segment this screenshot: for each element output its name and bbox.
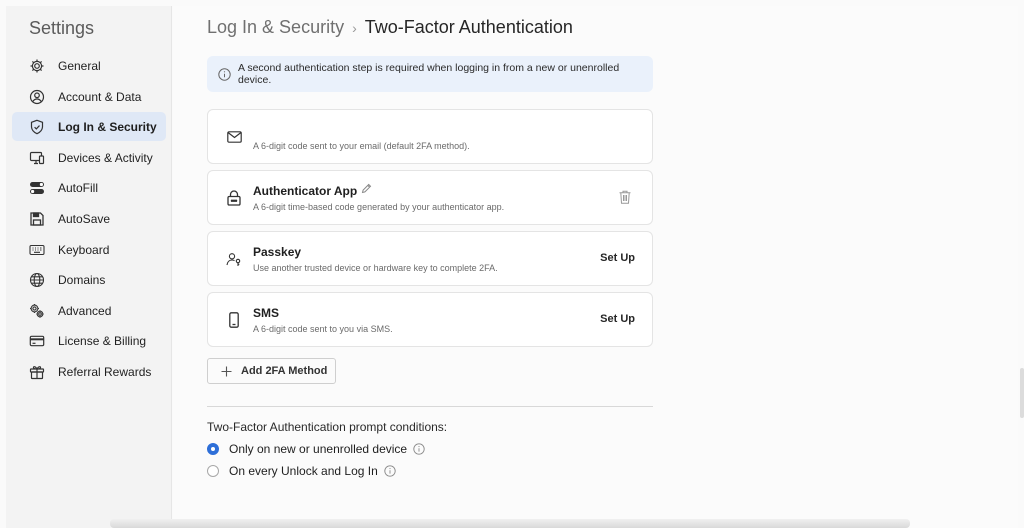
sidebar-item-label: General (58, 58, 101, 73)
radio-button-selected[interactable] (207, 443, 219, 455)
sidebar-item-devices-activity[interactable]: Devices & Activity (12, 143, 166, 172)
gift-icon (28, 363, 46, 381)
sidebar-item-label: Referral Rewards (58, 364, 152, 379)
sidebar-item-label: Account & Data (58, 89, 142, 104)
passkey-setup-button[interactable]: Set Up (600, 252, 635, 264)
phone-icon (225, 311, 243, 329)
condition-option-label: Only on new or unenrolled device (229, 442, 408, 456)
info-icon[interactable] (413, 443, 425, 455)
method-description: Use another trusted device or hardware k… (253, 263, 498, 273)
conditions-title: Two-Factor Authentication prompt conditi… (207, 420, 448, 434)
settings-window: Settings General Account & Data Log In &… (0, 0, 1024, 528)
add-2fa-method-button[interactable]: Add 2FA Method (207, 358, 336, 384)
info-icon[interactable] (384, 465, 396, 477)
devices-icon (28, 149, 46, 167)
sidebar-item-label: Keyboard (58, 242, 110, 257)
condition-option-every-unlock[interactable]: On every Unlock and Log In (207, 464, 396, 478)
breadcrumb: Log In & Security › Two-Factor Authentic… (207, 17, 573, 38)
sidebar-item-label: Advanced (58, 303, 112, 318)
sidebar-title: Settings (29, 18, 95, 38)
sidebar-item-autofill[interactable]: AutoFill (12, 173, 166, 202)
sidebar-item-license-billing[interactable]: License & Billing (12, 326, 166, 355)
trash-icon[interactable] (619, 190, 631, 204)
sidebar-item-label: Log In & Security (58, 119, 157, 134)
sidebar-item-referral-rewards[interactable]: Referral Rewards (12, 357, 166, 386)
method-title: Authenticator App (253, 184, 358, 198)
condition-option-new-device[interactable]: Only on new or unenrolled device (207, 442, 425, 456)
sidebar-item-label: Domains (58, 272, 106, 287)
breadcrumb-parent[interactable]: Log In & Security (207, 17, 344, 38)
gears-icon (28, 302, 46, 320)
person-circle-icon (28, 88, 46, 106)
sidebar-item-advanced[interactable]: Advanced (12, 296, 166, 325)
plus-icon (221, 366, 232, 377)
sidebar-item-keyboard[interactable]: Keyboard (12, 235, 166, 264)
keyboard-icon (28, 241, 46, 259)
method-card-authenticator-app[interactable]: Authenticator App A 6-digit time-based c… (207, 170, 653, 225)
shield-lock-icon (28, 118, 46, 136)
sidebar-item-label: License & Billing (58, 333, 147, 348)
method-description: A 6-digit code sent to you via SMS. (253, 324, 393, 334)
globe-icon (28, 271, 46, 289)
sidebar-item-login-security[interactable]: Log In & Security (12, 112, 166, 141)
section-divider (207, 406, 653, 407)
method-card-passkey[interactable]: Passkey Use another trusted device or ha… (207, 231, 653, 286)
sms-setup-button[interactable]: Set Up (600, 313, 635, 325)
sidebar-item-autosave[interactable]: AutoSave (12, 204, 166, 233)
breadcrumb-separator: › (352, 19, 357, 36)
method-description: A 6-digit time-based code generated by y… (253, 202, 505, 212)
credit-card-icon (28, 332, 46, 350)
lock-icon (225, 189, 243, 207)
sidebar-item-domains[interactable]: Domains (12, 265, 166, 294)
info-icon (218, 67, 231, 81)
sidebar-item-label: AutoFill (58, 180, 99, 195)
gear-icon (28, 57, 46, 75)
sidebar: Settings General Account & Data Log In &… (6, 6, 172, 528)
sidebar-item-general[interactable]: General (12, 51, 166, 80)
method-title: SMS (253, 306, 280, 320)
method-card-email[interactable]: A 6-digit code sent to your email (defau… (207, 109, 653, 164)
scrollbar-handle[interactable] (1020, 368, 1024, 418)
info-banner: A second authentication step is required… (207, 56, 653, 92)
main-panel: Log In & Security › Two-Factor Authentic… (173, 6, 1018, 528)
radio-button[interactable] (207, 465, 219, 477)
condition-option-label: On every Unlock and Log In (229, 464, 378, 478)
method-card-sms[interactable]: SMS A 6-digit code sent to you via SMS. … (207, 292, 653, 347)
toggles-icon (28, 179, 46, 197)
window-bottom-edge (110, 519, 910, 528)
method-description: A 6-digit code sent to your email (defau… (253, 141, 470, 151)
person-key-icon (225, 250, 243, 268)
sidebar-item-label: Devices & Activity (58, 150, 153, 165)
sidebar-item-account-data[interactable]: Account & Data (12, 82, 166, 111)
envelope-icon (225, 128, 243, 146)
sidebar-item-label: AutoSave (58, 211, 111, 226)
page-title: Two-Factor Authentication (364, 17, 573, 37)
method-title: Passkey (253, 245, 302, 259)
pencil-icon[interactable] (361, 183, 372, 194)
save-icon (28, 210, 46, 228)
add-2fa-method-label: Add 2FA Method (241, 365, 328, 377)
info-banner-text: A second authentication step is required… (238, 62, 620, 86)
